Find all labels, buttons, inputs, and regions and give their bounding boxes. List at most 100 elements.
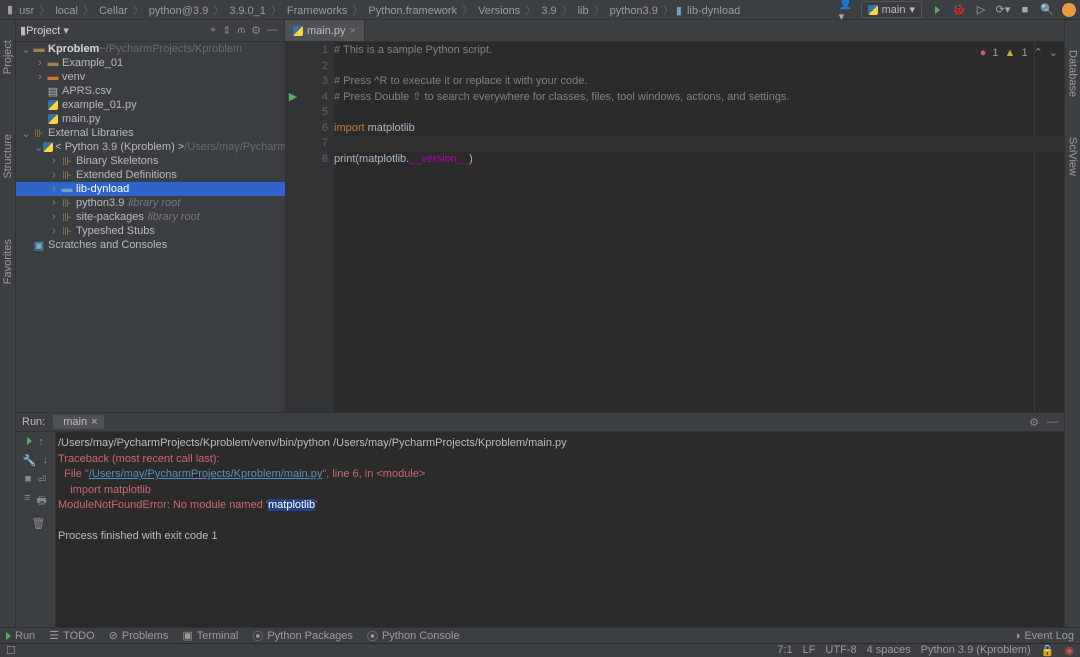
tree-node[interactable]: ›⊪python3.9 library root [16,196,285,210]
bottom-toolbar: Run ☰ TODO ⊘ Problems ▣ Terminal ⦿ Pytho… [0,627,1080,643]
scroll-down-icon[interactable]: ↓ [43,454,49,467]
editor-tab-label: main.py [307,25,346,37]
locate-icon[interactable]: ⌖ [210,24,216,37]
breadcrumb-item[interactable]: lib [575,5,592,17]
line-ending[interactable]: LF [803,644,816,657]
rerun-icon[interactable] [27,436,32,448]
stop-icon[interactable]: ■ [25,473,32,486]
indent[interactable]: 4 spaces [867,644,911,657]
breadcrumb-item[interactable]: usr [16,5,37,17]
run-config-tab[interactable]: main × [53,415,103,429]
app-icon: ▮ [4,3,16,16]
user-icon[interactable]: 👤▾ [839,3,853,17]
scroll-up-icon[interactable]: ↑ [38,436,44,448]
project-tree[interactable]: ⌄▬Kproblem ~/PycharmProjects/Kproblem›▬E… [16,42,286,412]
python-icon [293,26,303,36]
run-tab[interactable]: Run [6,630,35,642]
hide-run-icon[interactable]: — [1047,416,1058,429]
tree-node[interactable]: ›⊪Binary Skeletons [16,154,285,168]
event-log-tab[interactable]: ◑ Event Log [1014,630,1074,642]
code-editor[interactable]: ▶ 12345678 # This is a sample Python scr… [286,42,1064,412]
avatar[interactable] [1062,3,1076,17]
run-config-selector[interactable]: main ▾ [861,1,922,18]
update-icon[interactable]: ⟳▾ [996,3,1010,17]
layout-icon[interactable]: ≡ [24,492,30,511]
tool-structure[interactable]: Structure [2,134,14,179]
breadcrumb-item[interactable]: 3.9.0_1 [226,5,269,17]
tree-node[interactable]: ▤APRS.csv [16,84,285,98]
encoding[interactable]: UTF-8 [825,644,856,657]
tree-node[interactable]: ›▬lib-dynload [16,182,285,196]
print-icon[interactable]: 🖶 [37,492,47,511]
code-area[interactable]: # This is a sample Python script. # Pres… [334,42,1064,412]
tree-node[interactable]: ⌄⊪External Libraries [16,126,285,140]
cursor-position[interactable]: 7:1 [777,644,792,657]
status-bar: ☐ 7:1 LF UTF-8 4 spaces Python 3.9 (Kpro… [0,643,1080,656]
breadcrumb-item[interactable]: Versions [475,5,523,17]
breadcrumb-item[interactable]: Python.framework [365,5,460,17]
tool-favorites[interactable]: Favorites [2,239,14,284]
run-gutter: ↑ 🔧 ↓ ■ ⏎ ≡ 🖶 🗑 [16,432,56,628]
ide-errors-icon[interactable]: ◉ [1064,644,1074,657]
hide-panel-icon[interactable]: — [267,24,278,37]
tree-node[interactable]: ›⊪site-packages library root [16,210,285,224]
problems-tab[interactable]: ⊘ Problems [109,629,169,642]
inspection-summary[interactable]: ●1 ▲1 ⌃⌄ [980,46,1058,59]
traceback-link[interactable]: /Users/may/PycharmProjects/Kproblem/main… [89,468,323,480]
tool-sciview[interactable]: SciView [1067,137,1079,176]
run-settings-icon[interactable]: ⚙ [1029,416,1039,429]
tree-node[interactable]: ›▬venv [16,70,285,84]
tree-node[interactable]: ⌄< Python 3.9 (Kproblem) > /Users/may/Py… [16,140,285,154]
tool-project[interactable]: Project [2,40,14,74]
chevron-up-icon[interactable]: ⌃ [1034,46,1043,59]
project-panel-title[interactable]: Project [26,25,60,37]
settings-icon[interactable]: ⚙ [251,24,261,37]
lock-icon[interactable]: 🔒 [1041,644,1055,657]
breadcrumb-item[interactable]: python3.9 [607,5,661,17]
search-icon[interactable]: 🔍 [1040,3,1054,17]
python-icon [868,5,878,15]
left-tool-strip: Project Structure Favorites [0,20,16,628]
console-output[interactable]: /Users/may/PycharmProjects/Kproblem/venv… [56,432,1064,628]
interpreter[interactable]: Python 3.9 (Kproblem) [921,644,1031,657]
project-toolbar: ▮ Project ▾ ⌖ ⇕ ⫙ ⚙ — main.py × [0,20,1080,42]
breadcrumb-item[interactable]: Frameworks [284,5,351,17]
close-icon[interactable]: × [350,25,356,37]
tree-node[interactable]: ⌄▬Kproblem ~/PycharmProjects/Kproblem [16,42,285,56]
soft-wrap-icon[interactable]: ⏎ [37,473,46,486]
tree-node[interactable]: ›▬Example_01 [16,56,285,70]
run-icon[interactable] [930,3,944,17]
tree-node[interactable]: ›⊪Typeshed Stubs [16,224,285,238]
breadcrumb-item[interactable]: local [52,5,81,17]
python-packages-tab[interactable]: ⦿ Python Packages [252,628,353,644]
tree-node[interactable]: example_01.py [16,98,285,112]
warning-icon: ▲ [1005,47,1016,59]
error-icon: ● [980,47,987,59]
debug-icon[interactable]: 🐞 [952,3,966,17]
split-icon[interactable]: ⫙ [237,24,245,37]
trash-icon[interactable]: 🗑 [32,517,46,530]
breadcrumb: ▮ usr〉local〉Cellar〉python@3.9〉3.9.0_1〉Fr… [0,0,1080,20]
breadcrumb-item[interactable]: lib-dynload [684,5,743,17]
expand-all-icon[interactable]: ⇕ [222,24,231,37]
chevron-down-icon[interactable]: ⌄ [1049,46,1058,59]
tool-database[interactable]: Database [1067,50,1079,97]
breadcrumb-item[interactable]: 3.9 [538,5,559,17]
status-left-icon[interactable]: ☐ [6,644,16,657]
terminal-tab[interactable]: ▣ Terminal [182,629,238,642]
tree-node[interactable]: ›⊪Extended Definitions [16,168,285,182]
line-gutter: 12345678 [300,42,334,412]
editor-tab[interactable]: main.py × [285,20,365,41]
tree-node[interactable]: ▣Scratches and Consoles [16,238,285,252]
run-console: ↑ 🔧 ↓ ■ ⏎ ≡ 🖶 🗑 /Users/may/PycharmProjects/… [16,432,1064,628]
run-more-icon[interactable]: ▷ [974,3,988,17]
tree-node[interactable]: main.py [16,112,285,126]
sync-icon[interactable]: ■ [1018,3,1032,17]
breadcrumb-item[interactable]: Cellar [96,5,131,17]
editor-tabs: main.py × [285,20,365,41]
python-console-tab[interactable]: ⦿ Python Console [367,628,460,644]
wrench-icon[interactable]: 🔧 [23,454,37,467]
breadcrumb-item[interactable]: python@3.9 [146,5,212,17]
run-label: Run: [22,416,45,428]
todo-tab[interactable]: ☰ TODO [49,629,94,642]
